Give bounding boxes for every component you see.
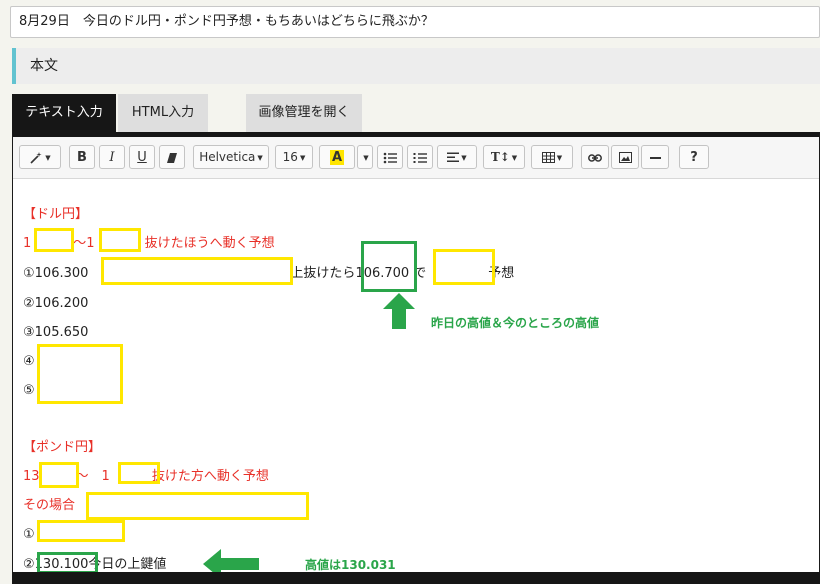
text-style-dropdown[interactable]: T↕ ▼	[483, 145, 525, 169]
open-image-manager-button[interactable]: 画像管理を開く	[246, 94, 362, 132]
usd-line-2: ②106.200	[23, 296, 89, 311]
highlight-box	[37, 344, 123, 404]
section-label-body: 本文	[12, 48, 820, 84]
eraser-icon	[167, 152, 177, 163]
highlight-box	[37, 520, 125, 542]
font-color-dropdown[interactable]: ▼	[357, 145, 373, 169]
font-family-dropdown[interactable]: Helvetica ▼	[193, 145, 269, 169]
horizontal-rule-button[interactable]	[641, 145, 669, 169]
editor-content[interactable]: 【ドル円】 1 〜1 抜けたほうへ動く予想 ①106.300 上抜けたら106.700…	[13, 179, 819, 579]
arrow-up-icon	[383, 293, 415, 329]
chevron-down-icon: ▼	[299, 153, 306, 162]
highlight-box	[34, 228, 74, 252]
magic-wand-icon	[30, 151, 42, 164]
magic-wand-button[interactable]: ▼	[19, 145, 61, 169]
insert-image-button[interactable]	[611, 145, 639, 169]
font-size-dropdown[interactable]: 16 ▼	[275, 145, 313, 169]
chevron-down-icon: ▼	[511, 153, 518, 162]
highlight-box	[39, 462, 79, 488]
rich-text-editor: ▼ B I U Helvetica ▼ 16 ▼ A ▼ ▼ T↕ ▼ ▼ ? …	[12, 132, 820, 579]
align-left-icon	[447, 152, 460, 162]
editor-bottom-bar	[12, 572, 820, 584]
bullet-list-icon	[383, 152, 397, 163]
gbp-line-1: ①	[23, 527, 35, 542]
insert-link-button[interactable]	[581, 145, 609, 169]
gbp-high-annotation: 高値は130.031	[305, 558, 396, 572]
chevron-down-icon: ▼	[556, 153, 563, 162]
picture-icon	[618, 152, 632, 163]
usd-line-5: ⑤	[23, 383, 35, 398]
italic-button[interactable]: I	[99, 145, 125, 169]
usd-line-3: ③105.650	[23, 325, 89, 340]
usd-line-4: ④	[23, 354, 35, 369]
green-highlight-box	[37, 552, 98, 574]
highlight-box	[433, 249, 495, 285]
underline-button[interactable]: U	[129, 145, 155, 169]
gbp-heading: 【ポンド円】	[23, 440, 102, 455]
help-button[interactable]: ?	[679, 145, 709, 169]
bullet-list-button[interactable]	[377, 145, 403, 169]
highlight-box	[99, 228, 141, 252]
horizontal-rule-icon	[649, 156, 661, 159]
chevron-down-icon: ▼	[257, 153, 263, 162]
highlight-box	[101, 257, 293, 285]
green-highlight-box	[361, 241, 417, 292]
tab-html-input[interactable]: HTML入力	[118, 94, 208, 132]
editor-tabs: テキスト入力 HTML入力 画像管理を開く	[12, 94, 820, 132]
editor-toolbar: ▼ B I U Helvetica ▼ 16 ▼ A ▼ ▼ T↕ ▼ ▼ ?	[13, 137, 819, 179]
numbered-list-icon	[413, 152, 427, 163]
chevron-down-icon: ▼	[461, 153, 467, 162]
chevron-down-icon: ▼	[363, 153, 369, 162]
clear-format-button[interactable]	[159, 145, 185, 169]
table-dropdown[interactable]: ▼	[531, 145, 573, 169]
usd-high-annotation: 昨日の高値＆今のところの高値	[431, 316, 600, 330]
paragraph-align-dropdown[interactable]: ▼	[437, 145, 477, 169]
font-color-button[interactable]: A	[319, 145, 355, 169]
bold-button[interactable]: B	[69, 145, 95, 169]
table-icon	[541, 152, 555, 163]
tab-text-input[interactable]: テキスト入力	[12, 94, 116, 132]
text-height-icon: T↕	[490, 150, 510, 164]
chevron-down-icon: ▼	[45, 153, 51, 162]
post-title-input[interactable]: 8月29日 今日のドル円・ポンド円予想・もちあいはどちらに飛ぶか？	[10, 6, 820, 38]
link-icon	[588, 153, 602, 162]
highlight-box	[86, 492, 309, 520]
usd-heading: 【ドル円】	[23, 207, 89, 222]
highlight-box	[118, 462, 160, 484]
numbered-list-button[interactable]	[407, 145, 433, 169]
gbp-case-line: その場合	[23, 498, 76, 513]
